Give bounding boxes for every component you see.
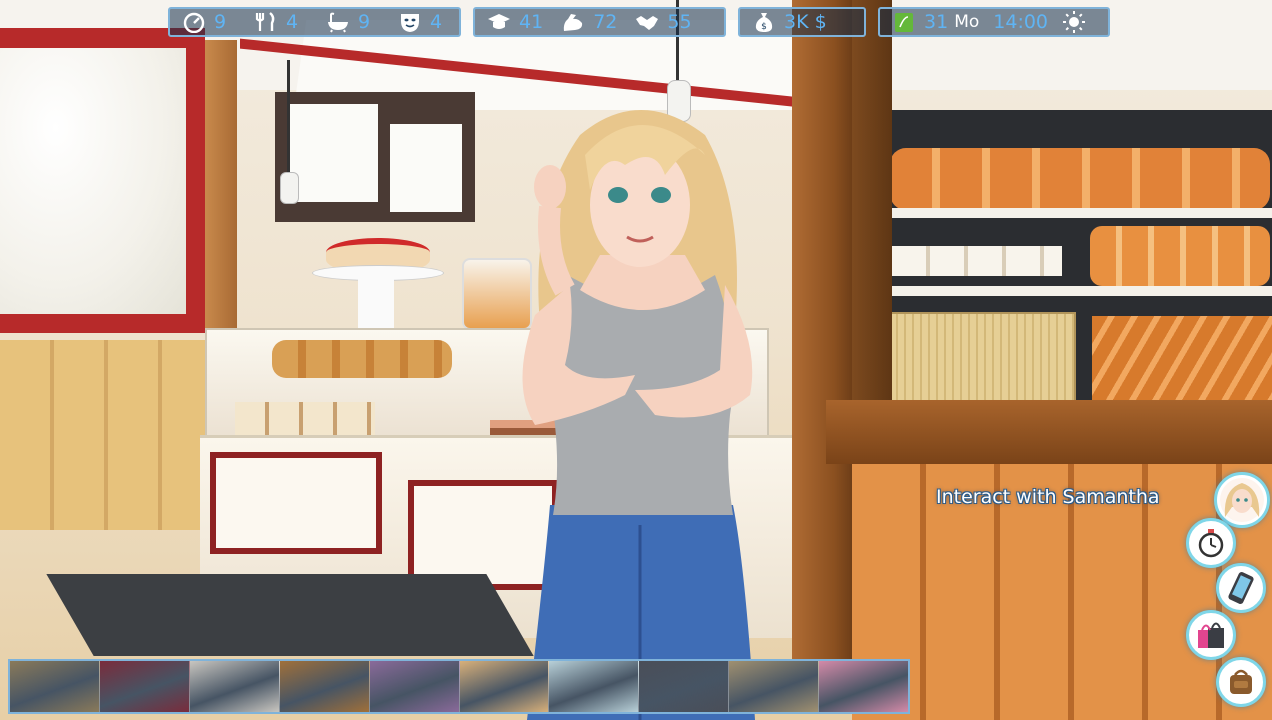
intelligence-value: 41 xyxy=(519,11,544,33)
bread-shelf-row-1 xyxy=(890,148,1270,210)
location-gym[interactable] xyxy=(639,661,730,712)
charisma-value: 55 xyxy=(667,11,692,33)
bread-shelf-loaves-white xyxy=(892,246,1062,276)
samantha-character xyxy=(522,110,755,720)
shopping-button[interactable] xyxy=(1186,610,1236,660)
shopping-bag-icon xyxy=(1198,622,1224,648)
location-bakery[interactable] xyxy=(459,661,550,712)
bread-shelf-plank-2 xyxy=(886,286,1272,296)
wooden-counter-top xyxy=(826,400,1272,464)
svg-text:$: $ xyxy=(761,22,767,32)
samantha-portrait-button[interactable] xyxy=(1214,472,1270,528)
bread-shelf-plank-1 xyxy=(886,208,1272,218)
needs-panel: 9 4 9 4 xyxy=(168,7,461,37)
clock-value: 14:00 xyxy=(993,11,1049,33)
skills-panel: 41 72 55 xyxy=(473,7,726,37)
location-restaurant[interactable] xyxy=(729,661,820,712)
interact-with-samantha-label[interactable]: Interact with Samantha xyxy=(936,486,1160,508)
calendar-stat[interactable]: 31 xyxy=(892,11,948,33)
location-clothing-store[interactable] xyxy=(369,661,460,712)
location-lingerie-store[interactable] xyxy=(819,661,909,712)
location-pharmacy[interactable] xyxy=(549,661,640,712)
phone-icon xyxy=(1228,572,1254,604)
energy-stat[interactable]: 9 xyxy=(182,11,236,33)
mood-mask-icon xyxy=(401,14,419,32)
back-window-pane-left xyxy=(290,104,378,202)
character-portrait-icon xyxy=(1220,478,1264,522)
bakery-scene-background xyxy=(0,0,1272,720)
backpack-icon xyxy=(1230,669,1252,694)
graduation-cap-icon xyxy=(488,14,510,29)
bread-basket xyxy=(872,312,1076,408)
hunger-stat[interactable]: 4 xyxy=(254,11,308,33)
location-kitchen-store[interactable] xyxy=(189,661,280,712)
fork-knife-icon xyxy=(255,12,275,31)
mood-value: 4 xyxy=(430,11,443,33)
bathtub-icon xyxy=(328,12,348,33)
day-value: 31 xyxy=(924,11,949,33)
location-arcade[interactable] xyxy=(99,661,190,712)
bread-shelf-row-3-baguettes xyxy=(1092,316,1272,400)
money-stat[interactable]: $ 3K $ xyxy=(752,11,827,33)
location-travel-bar xyxy=(8,659,910,714)
cake-stand-column xyxy=(358,278,394,328)
fitness-stat[interactable]: 72 xyxy=(561,11,617,33)
handshake-icon xyxy=(636,16,659,30)
location-mall-lobby[interactable] xyxy=(10,661,100,712)
wooden-pillar-right xyxy=(792,0,852,660)
left-window xyxy=(0,48,186,314)
bread-shelf-row-2 xyxy=(1090,226,1270,286)
hunger-value: 4 xyxy=(286,11,299,33)
strength-arm-icon xyxy=(564,14,583,31)
counter-panel-left xyxy=(210,452,382,554)
phone-button[interactable] xyxy=(1216,563,1266,613)
wooden-beam-right xyxy=(852,0,892,430)
energy-value: 9 xyxy=(214,11,227,33)
pendant-lamp-left xyxy=(287,60,290,180)
back-window-pane-right xyxy=(390,124,462,212)
intelligence-stat[interactable]: 41 xyxy=(487,11,543,33)
energy-gauge-icon xyxy=(183,12,205,33)
stopwatch-icon xyxy=(1198,529,1224,558)
calendar-icon xyxy=(895,13,913,32)
hygiene-stat[interactable]: 9 xyxy=(326,11,380,33)
wait-button[interactable] xyxy=(1186,518,1236,568)
money-value: 3K $ xyxy=(784,11,827,33)
display-case-pastries-top xyxy=(272,340,452,378)
pendant-lamp-left-bulb xyxy=(280,172,299,204)
weekday-value: Mo xyxy=(954,12,980,32)
location-bookstore[interactable] xyxy=(279,661,370,712)
floor-mat xyxy=(46,574,534,656)
time-panel: 31 Mo 14:00 xyxy=(878,7,1110,37)
money-bag-icon: $ xyxy=(755,13,773,32)
inventory-button[interactable] xyxy=(1216,657,1266,707)
money-panel: $ 3K $ xyxy=(738,7,866,37)
fitness-value: 72 xyxy=(593,11,618,33)
left-wall-wainscot xyxy=(0,340,215,530)
sun-icon xyxy=(1063,11,1086,33)
mood-stat[interactable]: 4 xyxy=(398,11,452,33)
hygiene-value: 9 xyxy=(358,11,371,33)
charisma-stat[interactable]: 55 xyxy=(635,11,692,33)
